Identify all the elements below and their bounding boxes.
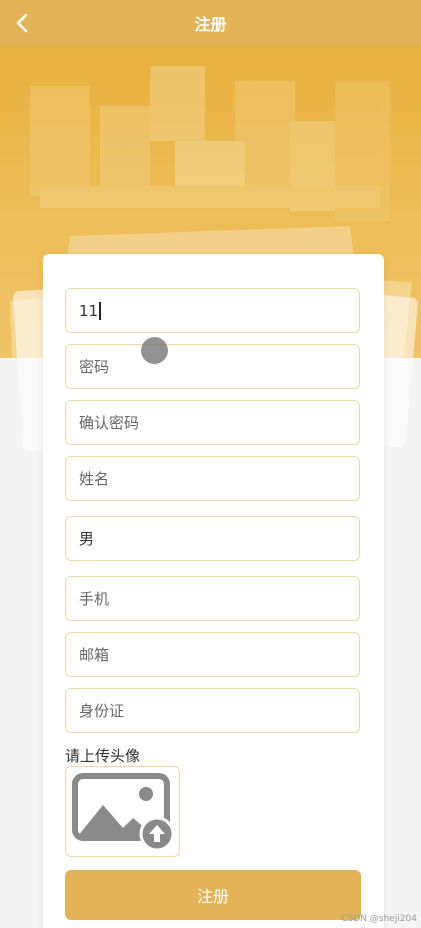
chevron-left-icon xyxy=(16,13,28,33)
page-title: 注册 xyxy=(194,15,227,34)
avatar-upload-label: 请上传头像 xyxy=(65,747,141,765)
id-card-placeholder: 身份证 xyxy=(79,702,125,720)
account-input[interactable]: 11 xyxy=(65,288,360,333)
register-form-card: 11 密码 确认密码 姓名 男 手机 邮箱 身份证 请上传头像 注册 xyxy=(43,254,384,928)
avatar-upload-button[interactable] xyxy=(65,766,180,857)
back-button[interactable] xyxy=(6,6,40,40)
password-input[interactable]: 密码 xyxy=(65,344,360,389)
touch-indicator xyxy=(141,337,168,364)
name-input[interactable]: 姓名 xyxy=(65,456,360,501)
watermark: CSDN @sheji204 xyxy=(341,914,417,924)
phone-input[interactable]: 手机 xyxy=(65,576,360,621)
gender-value: 男 xyxy=(79,530,95,548)
confirm-password-placeholder: 确认密码 xyxy=(79,414,140,432)
text-cursor xyxy=(99,301,101,320)
phone-placeholder: 手机 xyxy=(79,590,110,608)
email-placeholder: 邮箱 xyxy=(79,646,110,664)
image-upload-icon xyxy=(71,772,174,851)
account-input-value: 11 xyxy=(79,301,99,320)
password-placeholder: 密码 xyxy=(79,358,110,376)
top-navbar: 注册 xyxy=(0,0,421,46)
name-placeholder: 姓名 xyxy=(79,470,110,488)
confirm-password-input[interactable]: 确认密码 xyxy=(65,400,360,445)
register-submit-button[interactable]: 注册 xyxy=(65,870,361,920)
id-card-input[interactable]: 身份证 xyxy=(65,688,360,733)
gender-select[interactable]: 男 xyxy=(65,516,360,561)
email-input[interactable]: 邮箱 xyxy=(65,632,360,677)
